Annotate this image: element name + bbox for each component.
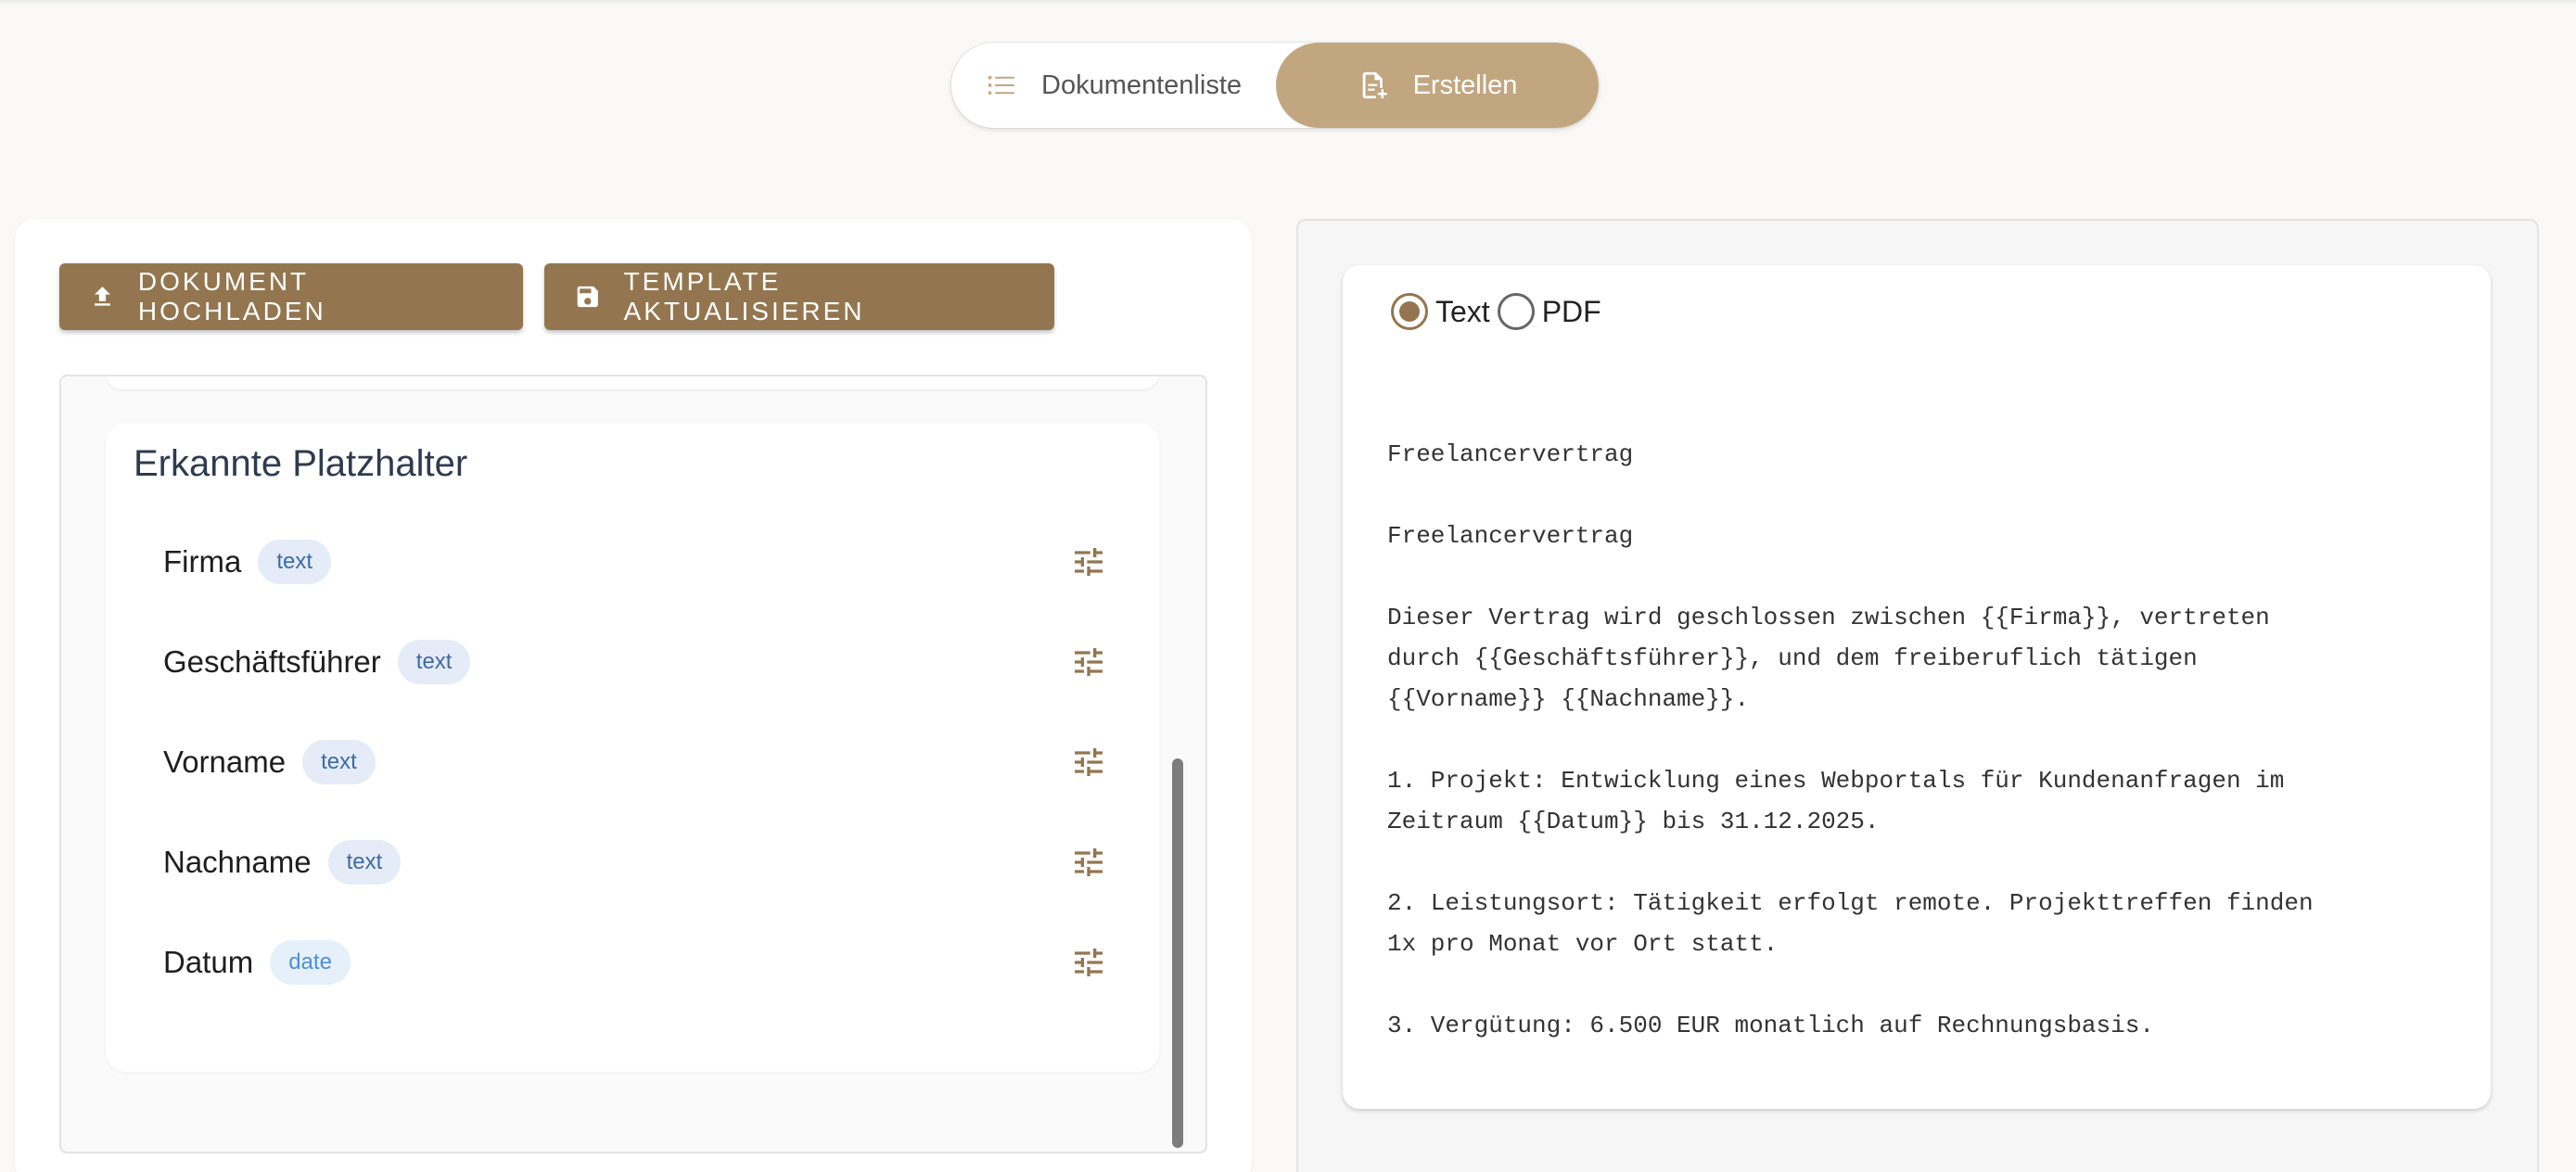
save-icon bbox=[577, 286, 598, 308]
placeholder-type-chip: text bbox=[302, 740, 376, 784]
placeholder-name: Vorname bbox=[163, 745, 287, 779]
previous-card bbox=[106, 376, 1159, 389]
tune-icon[interactable] bbox=[1068, 543, 1109, 580]
tab-label: Dokumentenliste bbox=[1041, 70, 1242, 100]
radio-dot bbox=[1399, 301, 1420, 322]
placeholder-row: Datum date bbox=[163, 925, 1109, 1000]
format-radio-group: Text PDF bbox=[1391, 293, 1609, 330]
view-switcher: Dokumentenliste Erstellen bbox=[951, 43, 1599, 128]
placeholder-name: Nachname bbox=[163, 845, 312, 879]
upload-button-label: DOKUMENT HOCHLADEN bbox=[137, 267, 326, 325]
tune-icon[interactable] bbox=[1068, 744, 1109, 781]
placeholder-name: Geschäftsführer bbox=[163, 644, 381, 679]
tab-label: Erstellen bbox=[1412, 70, 1518, 100]
preview-panel: Text PDF Freelancervertrag Freelancerver… bbox=[1296, 219, 2539, 1172]
radio-unchecked-icon bbox=[1497, 293, 1535, 330]
scrollbar-thumb[interactable] bbox=[1172, 758, 1183, 1148]
template-editor-panel: DOKUMENT HOCHLADEN TEMPLATE AKTUALISIERE… bbox=[15, 219, 1252, 1172]
list-icon bbox=[988, 76, 1015, 95]
placeholder-scroll-container[interactable]: Erkannte Platzhalter Firma text Geschäft… bbox=[59, 375, 1207, 1153]
tune-icon[interactable] bbox=[1068, 844, 1109, 881]
top-app-bar-shadow bbox=[0, 0, 2576, 6]
placeholder-name: Firma bbox=[163, 544, 242, 579]
placeholder-name: Datum bbox=[163, 945, 254, 979]
radio-text[interactable]: Text bbox=[1391, 293, 1498, 330]
tab-erstellen[interactable]: Erstellen bbox=[1276, 43, 1599, 128]
document-text: Freelancervertrag Freelancervertrag Dies… bbox=[1387, 440, 2314, 1039]
document-preview-card: Text PDF Freelancervertrag Freelancerver… bbox=[1343, 265, 2491, 1109]
placeholder-card: Erkannte Platzhalter Firma text Geschäft… bbox=[106, 423, 1159, 1072]
placeholder-row: Geschäftsführer text bbox=[163, 625, 1109, 699]
placeholder-type-chip: text bbox=[327, 840, 402, 885]
tab-dokumentenliste[interactable]: Dokumentenliste bbox=[951, 43, 1276, 128]
file-add-icon bbox=[1362, 71, 1387, 99]
placeholder-type-chip: date bbox=[270, 940, 351, 985]
radio-checked-icon bbox=[1391, 293, 1428, 330]
upload-icon bbox=[95, 287, 110, 306]
radio-label: Text bbox=[1435, 294, 1490, 328]
placeholder-row: Vorname text bbox=[163, 725, 1109, 799]
placeholder-type-chip: text bbox=[397, 640, 471, 684]
update-button-label: TEMPLATE AKTUALISIEREN bbox=[623, 267, 865, 325]
placeholder-row: Firma text bbox=[163, 525, 1109, 599]
radio-pdf[interactable]: PDF bbox=[1497, 293, 1609, 330]
placeholder-type-chip: text bbox=[258, 540, 332, 584]
placeholder-row: Nachname text bbox=[163, 825, 1109, 899]
placeholder-card-title: Erkannte Platzhalter bbox=[134, 443, 468, 484]
tune-icon[interactable] bbox=[1068, 643, 1109, 681]
update-template-button[interactable]: TEMPLATE AKTUALISIEREN bbox=[544, 263, 1054, 330]
upload-document-button[interactable]: DOKUMENT HOCHLADEN bbox=[59, 263, 523, 330]
tune-icon[interactable] bbox=[1068, 944, 1109, 981]
radio-label: PDF bbox=[1541, 294, 1601, 328]
